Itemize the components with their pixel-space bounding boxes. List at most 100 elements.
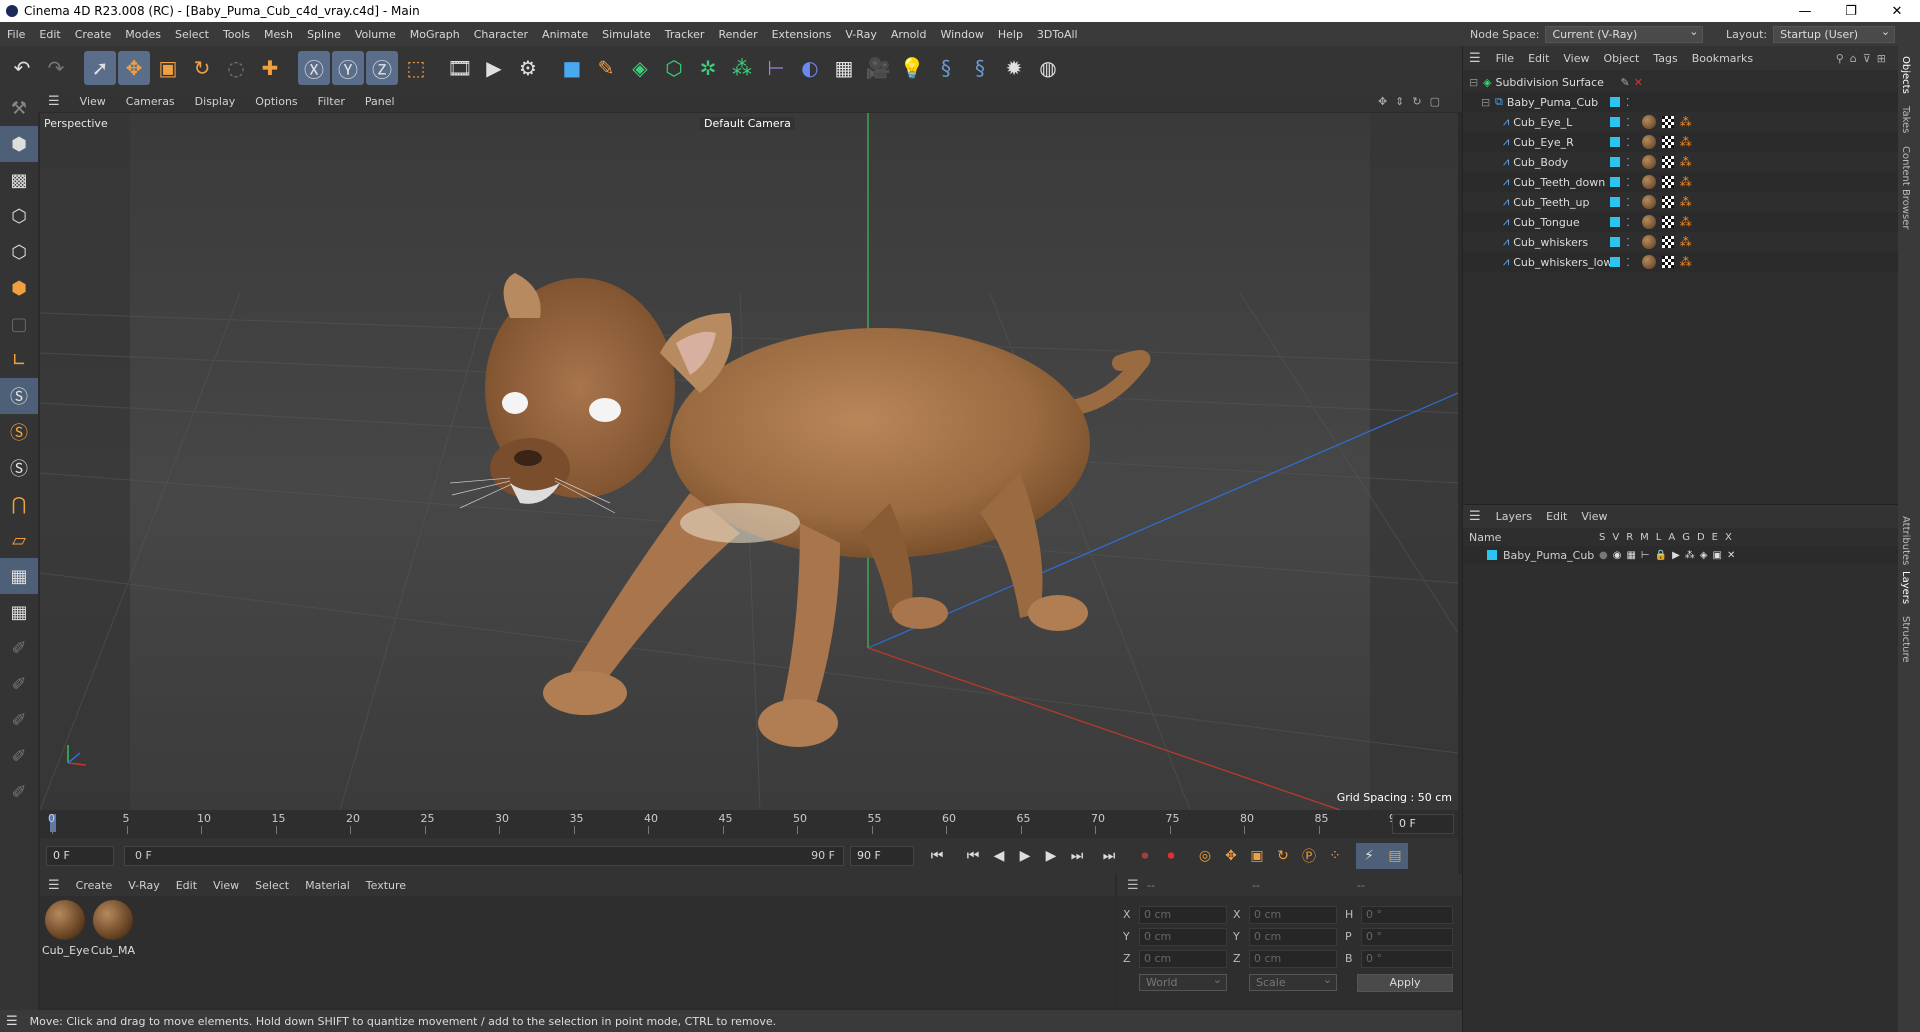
play-icon[interactable]: ▶ <box>1012 843 1038 869</box>
menu-file[interactable]: File <box>0 28 32 41</box>
key-position-icon[interactable]: ✥ <box>1218 843 1244 869</box>
xref-icon[interactable]: ✕ <box>1727 550 1735 561</box>
visibility-dots-icon[interactable]: ⁚ <box>1626 136 1630 149</box>
max-frame-field[interactable]: 90 F <box>850 846 914 866</box>
material-tag-icon[interactable] <box>1641 135 1656 149</box>
edge-mode-icon[interactable]: ⬡ <box>0 234 38 270</box>
layer-hamburger-icon[interactable]: ☰ <box>1469 509 1489 524</box>
uvw-tag-icon[interactable] <box>1661 136 1674 148</box>
render-view-icon[interactable]: ▶ <box>478 51 510 85</box>
key-pla-icon[interactable]: ⁘ <box>1322 843 1348 869</box>
visibility-dots-icon[interactable]: ⁚ <box>1626 196 1630 209</box>
visibility-dots-icon[interactable]: ⁚ <box>1626 96 1630 109</box>
viewport-menu-options[interactable]: Options <box>245 95 307 108</box>
uvw-tag-icon[interactable] <box>1661 156 1674 168</box>
node-space-dropdown[interactable]: Current (V-Ray) <box>1545 25 1704 43</box>
visibility-dots-icon[interactable]: ⁚ <box>1626 236 1630 249</box>
locked-workplane-icon[interactable]: ▦ <box>0 594 38 630</box>
edit-tag-icon[interactable]: ✎ <box>1620 76 1629 89</box>
viewport-menu-cameras[interactable]: Cameras <box>116 95 185 108</box>
tab-layers[interactable]: Layers <box>1900 571 1911 604</box>
viewport-menu-view[interactable]: View <box>70 95 116 108</box>
timeline-ruler[interactable]: 051015202530354045505560657075808590 0 F <box>40 810 1458 838</box>
menu-tools[interactable]: Tools <box>216 28 257 41</box>
uvw-tag-icon[interactable] <box>1661 116 1674 128</box>
tab-structure[interactable]: Structure <box>1900 616 1911 663</box>
material-tag-icon[interactable] <box>1641 175 1656 189</box>
motion-system-icon[interactable]: ⚡ <box>1356 843 1382 869</box>
coord-system-icon[interactable]: ⬚ <box>400 51 432 85</box>
object-row[interactable]: ⩘ Cub_Body ⁚ ⁂ <box>1463 152 1899 172</box>
layer-color-swatch[interactable] <box>1610 177 1621 187</box>
menu-volume[interactable]: Volume <box>348 28 403 41</box>
range-slider[interactable]: 0 F 90 F <box>124 846 844 866</box>
vray-tag-icon[interactable]: ⁂ <box>1680 235 1692 249</box>
close-button[interactable]: ✕ <box>1874 4 1920 19</box>
object-menu-edit[interactable]: Edit <box>1521 52 1556 65</box>
scale-icon[interactable]: ▣ <box>152 51 184 85</box>
floor-icon[interactable]: ▦ <box>828 51 860 85</box>
visibility-dots-icon[interactable]: ⁚ <box>1626 156 1630 169</box>
layout-dropdown[interactable]: Startup (User) <box>1773 25 1896 43</box>
layer-col-expressions[interactable]: E <box>1712 532 1718 543</box>
redo-icon[interactable]: ↷ <box>40 51 72 85</box>
menu-help[interactable]: Help <box>991 28 1030 41</box>
collapse-icon[interactable]: ⊟ <box>1469 76 1479 89</box>
globe-icon[interactable]: ◍ <box>1032 51 1064 85</box>
restore-button[interactable]: ❐ <box>1828 4 1874 19</box>
menu-arnold[interactable]: Arnold <box>884 28 934 41</box>
material-tag-icon[interactable] <box>1641 115 1656 129</box>
layer-menu-layers[interactable]: Layers <box>1489 510 1539 523</box>
settings-gear-icon[interactable]: ✹ <box>998 51 1030 85</box>
menu-render[interactable]: Render <box>711 28 764 41</box>
tab-content-browser[interactable]: Content Browser <box>1900 146 1911 229</box>
material-menu-create[interactable]: Create <box>68 879 121 892</box>
object-menu-tags[interactable]: Tags <box>1646 52 1684 65</box>
layer-color-swatch[interactable] <box>1610 157 1621 167</box>
viewport-nav-icons[interactable]: ✥⇕↻▢ <box>1378 95 1462 108</box>
layer-col-render[interactable]: R <box>1626 532 1633 543</box>
vray-tag-icon[interactable]: ⁂ <box>1680 175 1692 189</box>
tab-attributes[interactable]: Attributes <box>1900 516 1911 565</box>
layer-col-deformers[interactable]: D <box>1697 532 1705 543</box>
object-menu-file[interactable]: File <box>1489 52 1521 65</box>
hamburger-icon[interactable]: ☰ <box>38 94 70 109</box>
position-z-input[interactable]: 0 cm <box>1139 950 1227 968</box>
layer-menu-view[interactable]: View <box>1574 510 1614 523</box>
key-rotation-icon[interactable]: ↻ <box>1270 843 1296 869</box>
collapse-icon[interactable]: ⊟ <box>1481 96 1491 109</box>
object-row[interactable]: ⊟ ◈ Subdivision Surface ✎ ✕ <box>1463 72 1899 92</box>
go-to-start-icon[interactable]: ⏮ <box>924 843 950 869</box>
material-menu-vray[interactable]: V-Ray <box>120 879 168 892</box>
menu-mograph[interactable]: MoGraph <box>403 28 467 41</box>
material-menu-view[interactable]: View <box>205 879 247 892</box>
x-axis-icon[interactable]: Ⓧ <box>298 51 330 85</box>
material-hamburger-icon[interactable]: ☰ <box>40 878 68 893</box>
rotation-b-input[interactable]: 0 ° <box>1361 950 1453 968</box>
object-hamburger-icon[interactable]: ☰ <box>1469 51 1489 66</box>
cube-icon[interactable]: ■ <box>556 51 588 85</box>
rotation-p-input[interactable]: 0 ° <box>1361 928 1453 946</box>
deformer-icon[interactable]: ◐ <box>794 51 826 85</box>
expression-icon[interactable]: ▣ <box>1713 550 1722 561</box>
material-tag-icon[interactable] <box>1641 255 1656 269</box>
model-mode-icon[interactable]: ⬢ <box>0 126 38 162</box>
polygon-mode-icon[interactable]: ⬢ <box>0 270 38 306</box>
material-tag-icon[interactable] <box>1641 195 1656 209</box>
layer-color-swatch[interactable] <box>1610 217 1621 227</box>
paint-p-icon[interactable]: ✐ <box>0 666 38 702</box>
position-x-input[interactable]: 0 cm <box>1139 906 1227 924</box>
layer-color-swatch[interactable] <box>1610 237 1621 247</box>
object-search-icons[interactable]: ⚲⌂⊽⊞ <box>1836 52 1898 65</box>
keyframe-selection-icon[interactable]: ◎ <box>1192 843 1218 869</box>
layer-row[interactable]: Baby_Puma_Cub ● ◉ ▦ ⊢ 🔒 ▶ ⁂ ◈ ▣ ✕ <box>1463 546 1899 564</box>
material-menu-texture[interactable]: Texture <box>358 879 414 892</box>
menu-edit[interactable]: Edit <box>32 28 67 41</box>
next-key-icon[interactable]: ⏭ <box>1064 843 1090 869</box>
layer-color-swatch[interactable] <box>1610 197 1621 207</box>
layer-col-generators[interactable]: G <box>1682 532 1690 543</box>
solo-dot-icon[interactable]: ● <box>1599 550 1608 561</box>
recent-tool-icon[interactable]: ◌ <box>220 51 252 85</box>
menu-mesh[interactable]: Mesh <box>257 28 300 41</box>
render-region-icon[interactable]: 🎞 <box>444 51 476 85</box>
